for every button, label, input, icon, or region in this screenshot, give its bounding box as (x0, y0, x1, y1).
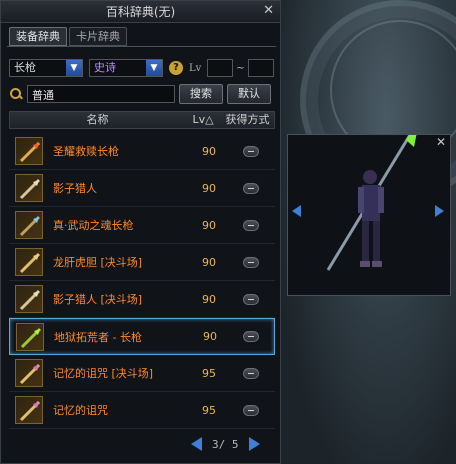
lv-range-separator: ~ (236, 62, 245, 74)
source-button[interactable] (243, 367, 259, 379)
source-button[interactable] (243, 404, 259, 416)
character-preview-panel: ✕ (287, 134, 451, 296)
source-button[interactable] (243, 145, 259, 157)
table-row[interactable]: 记忆的诅咒 [决斗场] 95 (9, 355, 275, 392)
filter-row: 长枪 ▼ 史诗 ▼ ? Lv ~ (9, 59, 274, 77)
item-name: 真·武动之魂长枪 (53, 219, 134, 232)
chevron-down-icon[interactable]: ▼ (146, 60, 162, 76)
source-button[interactable] (243, 293, 259, 305)
lv-label: Lv (189, 62, 202, 74)
chevron-down-icon[interactable]: ▼ (66, 60, 82, 76)
spear-icon (15, 396, 43, 424)
pagination: 3/ 5 (191, 437, 260, 451)
item-name: 地狱拓荒者 - 长枪 (54, 330, 142, 344)
spear-icon (15, 174, 43, 202)
table-header: 名称 Lv△ 获得方式 (9, 111, 275, 129)
item-lv: 90 (202, 292, 216, 306)
table-row[interactable]: 影子猎人 [决斗场] 90 (9, 281, 275, 318)
lv-min-input[interactable] (207, 59, 234, 77)
spear-icon (15, 359, 43, 387)
table-row[interactable]: 影子猎人 90 (9, 170, 275, 207)
lv-max-input[interactable] (247, 59, 274, 77)
next-page-icon[interactable] (248, 437, 260, 451)
spear-icon (15, 285, 43, 313)
help-icon[interactable]: ? (169, 61, 183, 75)
source-button[interactable] (243, 219, 259, 231)
header-name[interactable]: 名称 (10, 112, 185, 128)
page-indicator: 3/ 5 (212, 437, 239, 451)
search-icon (9, 87, 23, 101)
item-name: 影子猎人 (53, 182, 97, 195)
table-row[interactable]: 记忆的诅咒 95 (9, 392, 275, 429)
item-lv: 90 (202, 255, 216, 269)
item-list: 圣耀救赎长枪 90 影子猎人 90 真·武动之魂长枪 90 龙肝虎胆 [决斗场]… (9, 133, 275, 429)
tab-divider (7, 46, 276, 47)
default-button[interactable]: 默认 (227, 84, 271, 104)
character-figure-icon (326, 135, 417, 271)
item-name: 记忆的诅咒 [决斗场] (53, 367, 154, 380)
search-button[interactable]: 搜索 (179, 84, 223, 104)
item-lv: 95 (202, 366, 216, 380)
table-row[interactable]: 龙肝虎胆 [决斗场] 90 (9, 244, 275, 281)
tab-strip: 装备辞典 卡片辞典 (9, 27, 127, 46)
item-name: 影子猎人 [决斗场] (53, 293, 143, 306)
spear-icon (16, 322, 44, 351)
item-lv: 90 (203, 330, 217, 343)
encyclopedia-window: 百科辞典(无) ✕ 装备辞典 卡片辞典 长枪 ▼ 史诗 ▼ ? Lv ~ 普通 (0, 0, 281, 464)
window-title: 百科辞典(无) (105, 5, 176, 19)
source-button[interactable] (243, 182, 259, 194)
item-name: 龙肝虎胆 [决斗场] (53, 256, 143, 269)
source-button[interactable] (243, 256, 259, 268)
source-button[interactable] (243, 331, 259, 342)
table-row[interactable]: 真·武动之魂长枪 90 (9, 207, 275, 244)
item-name: 记忆的诅咒 (53, 404, 108, 417)
table-row-selected[interactable]: 地狱拓荒者 - 长枪 90 (9, 318, 275, 355)
item-lv: 95 (202, 403, 216, 417)
item-lv: 90 (202, 218, 216, 232)
spear-icon (15, 248, 43, 276)
table-row[interactable]: 圣耀救赎长枪 90 (9, 133, 275, 170)
app-root: 百科辞典(无) ✕ 装备辞典 卡片辞典 长枪 ▼ 史诗 ▼ ? Lv ~ 普通 (0, 0, 456, 464)
header-source: 获得方式 (225, 113, 270, 126)
type-select-value: 长枪 (14, 61, 36, 74)
close-icon[interactable]: ✕ (263, 3, 274, 18)
rarity-select[interactable]: 史诗 ▼ (89, 59, 163, 77)
type-select[interactable]: 长枪 ▼ (9, 59, 83, 77)
item-name: 圣耀救赎长枪 (53, 145, 119, 158)
item-lv: 90 (202, 181, 216, 195)
search-row: 普通 搜索 默认 (9, 84, 271, 104)
spear-icon (15, 211, 43, 239)
tab-equipment[interactable]: 装备辞典 (9, 27, 67, 46)
rarity-select-value: 史诗 (94, 61, 116, 74)
title-bar[interactable]: 百科辞典(无) ✕ (1, 1, 280, 23)
item-lv: 90 (202, 144, 216, 158)
tab-cards[interactable]: 卡片辞典 (69, 27, 127, 46)
header-lv[interactable]: Lv△ (185, 112, 221, 128)
search-input[interactable]: 普通 (27, 85, 175, 103)
prev-page-icon[interactable] (191, 437, 202, 451)
spear-icon (15, 137, 43, 165)
